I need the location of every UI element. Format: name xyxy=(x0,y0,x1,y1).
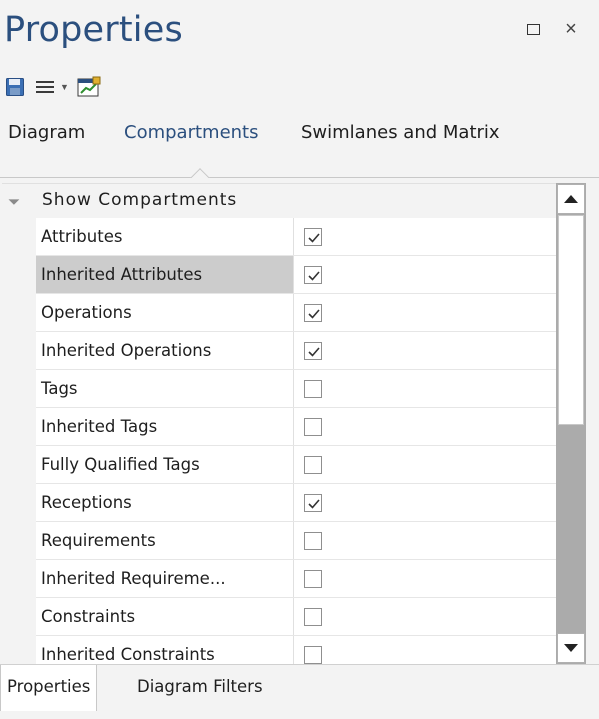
vertical-scrollbar[interactable] xyxy=(556,183,586,664)
checkbox[interactable] xyxy=(304,532,322,550)
checkmark-icon xyxy=(308,347,320,357)
restore-icon[interactable] xyxy=(522,18,544,40)
group-header[interactable]: ◢ Show Compartments xyxy=(2,184,556,218)
scroll-up-button[interactable] xyxy=(557,184,585,214)
checkbox[interactable] xyxy=(304,570,322,588)
save-icon[interactable] xyxy=(6,78,24,96)
table-row[interactable]: Inherited Constraints xyxy=(36,636,556,664)
property-name[interactable]: Constraints xyxy=(36,598,294,635)
property-value xyxy=(295,446,556,483)
property-value xyxy=(295,294,556,331)
menu-icon[interactable] xyxy=(36,75,54,99)
checkbox[interactable] xyxy=(304,418,322,436)
scrollbar-thumb[interactable] xyxy=(558,215,584,425)
group-label: Show Compartments xyxy=(42,190,238,210)
table-row[interactable]: Constraints xyxy=(36,598,556,636)
tab-compartments[interactable]: Compartments xyxy=(124,122,258,143)
property-value xyxy=(295,484,556,521)
checkbox[interactable] xyxy=(304,608,322,626)
checkbox[interactable] xyxy=(304,342,322,360)
checkbox[interactable] xyxy=(304,380,322,398)
table-row[interactable]: Inherited Requireme... xyxy=(36,560,556,598)
chevron-down-icon xyxy=(564,644,578,652)
checkbox[interactable] xyxy=(304,304,322,322)
checkmark-icon xyxy=(308,499,320,509)
property-name[interactable]: Requirements xyxy=(36,522,294,559)
chevron-down-icon[interactable]: ▼ xyxy=(60,75,69,99)
close-icon[interactable]: × xyxy=(560,18,582,40)
checkbox[interactable] xyxy=(304,646,322,664)
tab-diagram-filters[interactable]: Diagram Filters xyxy=(137,665,263,711)
checkmark-icon xyxy=(308,271,320,281)
tab-bar: Diagram Compartments Swimlanes and Matri… xyxy=(0,119,599,159)
toolbar: ▼ xyxy=(6,74,101,100)
checkmark-icon xyxy=(308,233,320,243)
tab-divider xyxy=(0,177,599,178)
property-value xyxy=(295,218,556,255)
property-name[interactable]: Tags xyxy=(36,370,294,407)
chevron-up-icon xyxy=(564,195,578,203)
checkbox[interactable] xyxy=(304,494,322,512)
collapse-triangle-icon[interactable]: ◢ xyxy=(7,193,20,206)
table-row[interactable]: Fully Qualified Tags xyxy=(36,446,556,484)
property-name[interactable]: Inherited Requireme... xyxy=(36,560,294,597)
grid-left-gutter xyxy=(2,218,36,664)
table-row[interactable]: Receptions xyxy=(36,484,556,522)
table-row[interactable]: Inherited Attributes xyxy=(36,256,556,294)
property-name[interactable]: Inherited Operations xyxy=(36,332,294,369)
checkmark-icon xyxy=(308,309,320,319)
tab-diagram[interactable]: Diagram xyxy=(8,122,85,143)
table-row[interactable]: Attributes xyxy=(36,218,556,256)
panel-title: Properties xyxy=(4,10,183,50)
property-value xyxy=(295,370,556,407)
property-value xyxy=(295,636,556,664)
checkbox[interactable] xyxy=(304,456,322,474)
checkbox[interactable] xyxy=(304,266,322,284)
table-row[interactable]: Inherited Operations xyxy=(36,332,556,370)
property-value xyxy=(295,332,556,369)
property-value xyxy=(295,408,556,445)
tab-swimlanes-and-matrix[interactable]: Swimlanes and Matrix xyxy=(301,122,500,143)
property-value xyxy=(295,522,556,559)
property-name[interactable]: Operations xyxy=(36,294,294,331)
property-name[interactable]: Fully Qualified Tags xyxy=(36,446,294,483)
active-tab-indicator xyxy=(190,162,210,178)
property-value xyxy=(295,256,556,293)
table-row[interactable]: Operations xyxy=(36,294,556,332)
property-name[interactable]: Inherited Tags xyxy=(36,408,294,445)
table-row[interactable]: Inherited Tags xyxy=(36,408,556,446)
property-value xyxy=(295,560,556,597)
property-name[interactable]: Inherited Attributes xyxy=(36,256,294,293)
property-name[interactable]: Inherited Constraints xyxy=(36,636,294,664)
property-value xyxy=(295,598,556,635)
tab-properties[interactable]: Properties xyxy=(0,665,98,711)
property-grid: ◢ Show Compartments Attributes Inherited … xyxy=(2,183,556,664)
property-name[interactable]: Attributes xyxy=(36,218,294,255)
table-row[interactable]: Tags xyxy=(36,370,556,408)
table-row[interactable]: Requirements xyxy=(36,522,556,560)
chart-icon[interactable] xyxy=(77,75,101,99)
bottom-tab-bar: Properties Diagram Filters xyxy=(0,664,599,711)
property-name[interactable]: Receptions xyxy=(36,484,294,521)
scroll-down-button[interactable] xyxy=(557,633,585,663)
checkbox[interactable] xyxy=(304,228,322,246)
